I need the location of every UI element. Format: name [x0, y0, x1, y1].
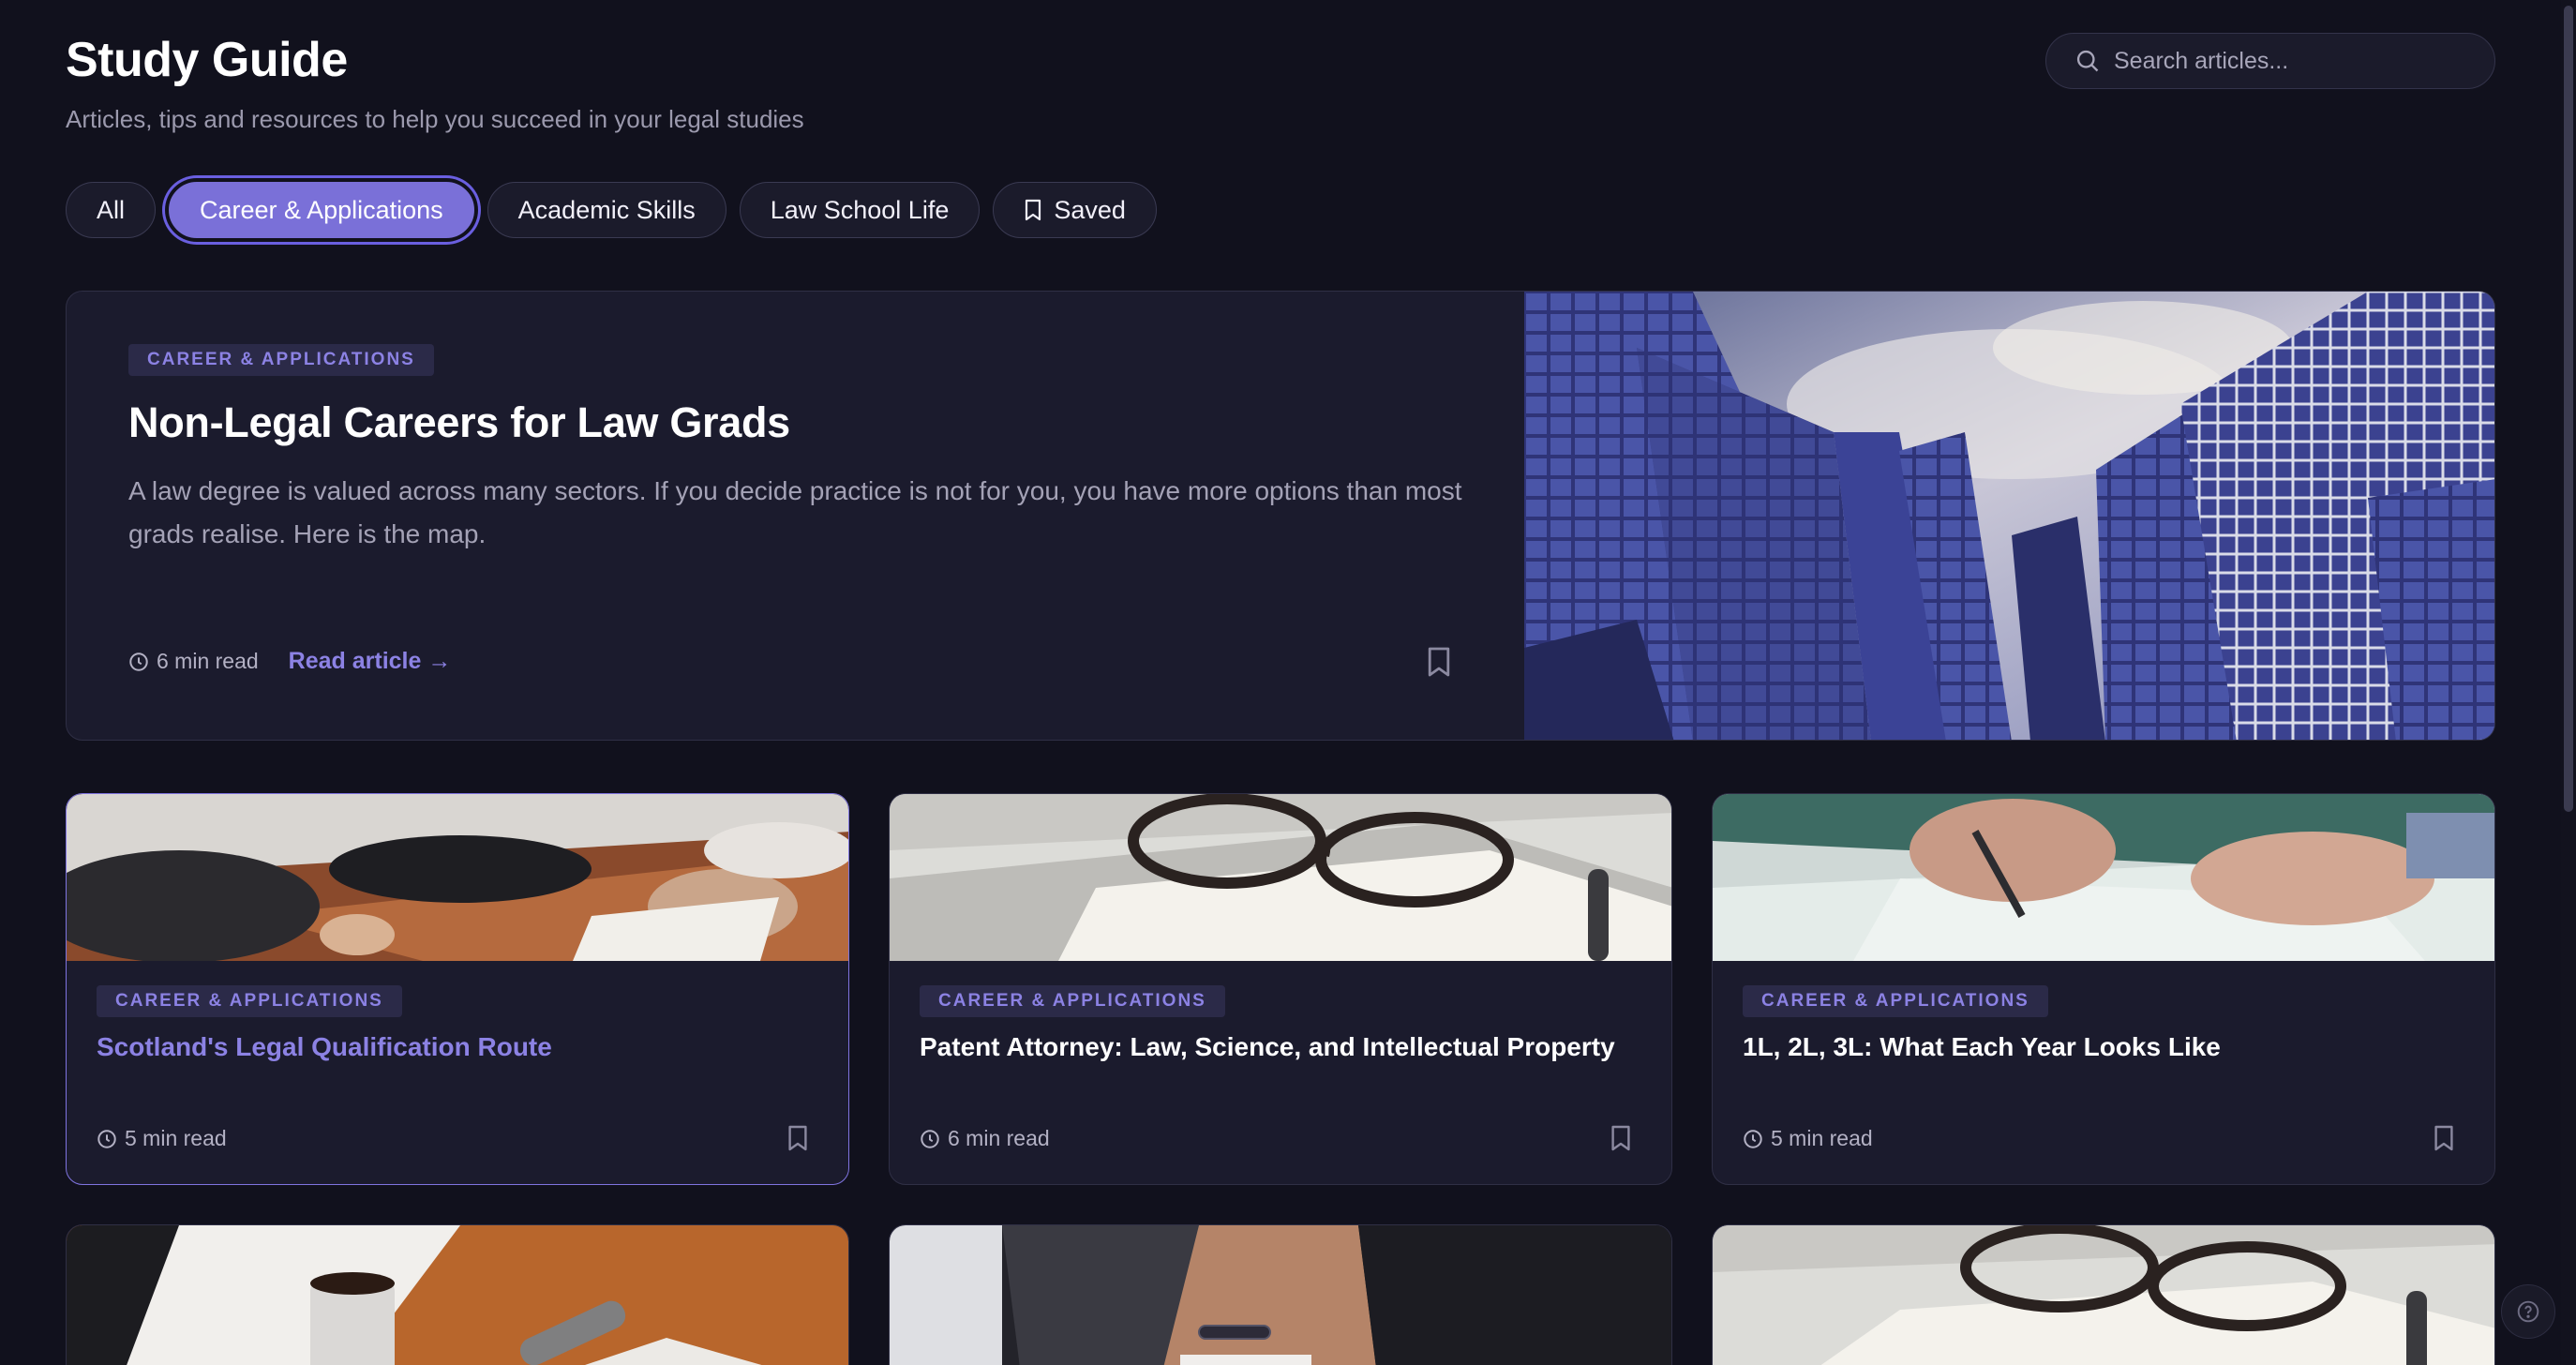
- search-box[interactable]: [2045, 33, 2495, 89]
- bookmark-icon[interactable]: [2433, 1124, 2455, 1152]
- drag-handle[interactable]: [1198, 1325, 1271, 1340]
- article-title[interactable]: Scotland's Legal Qualification Route: [97, 1032, 552, 1062]
- glasses-notebook-photo: [890, 794, 1671, 961]
- suit-wrist-photo: [890, 1225, 1671, 1365]
- tab-law-school-life[interactable]: Law School Life: [739, 182, 981, 238]
- read-time-text: 6 min read: [948, 1126, 1050, 1150]
- category-badge: CAREER & APPLICATIONS: [128, 344, 434, 376]
- tab-career-applications[interactable]: Career & Applications: [169, 182, 474, 238]
- coffee-desk-photo: [67, 1225, 848, 1365]
- article-card[interactable]: CAREER & APPLICATIONS Patent Attorney: L…: [889, 793, 1672, 1185]
- scrollbar[interactable]: [2561, 0, 2576, 1365]
- hand-writing-photo: [1713, 794, 2494, 961]
- tab-label: Saved: [1054, 195, 1126, 224]
- featured-article-text: CAREER & APPLICATIONS Non-Legal Careers …: [128, 344, 1488, 556]
- article-title[interactable]: 1L, 2L, 3L: What Each Year Looks Like: [1743, 1032, 2221, 1062]
- article-card[interactable]: [1712, 1224, 2495, 1365]
- read-time: 6 min read: [920, 1126, 1050, 1151]
- clock-icon: [921, 1129, 939, 1148]
- tab-label: Academic Skills: [517, 195, 696, 224]
- featured-article-description: A law degree is valued across many secto…: [128, 476, 1462, 548]
- category-badge: CAREER & APPLICATIONS: [97, 985, 402, 1017]
- page-title: Study Guide: [66, 33, 348, 87]
- help-button[interactable]: [2501, 1284, 2555, 1339]
- glasses-notebook-photo: [1713, 1225, 2494, 1365]
- scrollbar-thumb[interactable]: [2564, 6, 2573, 812]
- tab-label: Career & Applications: [200, 195, 443, 224]
- meeting-table-photo: [67, 794, 848, 961]
- search-input[interactable]: [2114, 47, 2470, 75]
- glass-skyscrapers-photo: [1524, 292, 2494, 740]
- read-article-link[interactable]: Read article →: [289, 648, 452, 675]
- search-icon: [2076, 50, 2099, 72]
- tab-label: Law School Life: [770, 195, 950, 224]
- read-time-text: 5 min read: [1771, 1126, 1873, 1150]
- tab-academic-skills[interactable]: Academic Skills: [487, 182, 726, 238]
- read-time-text: 5 min read: [125, 1126, 227, 1150]
- article-card[interactable]: CAREER & APPLICATIONS Scotland's Legal Q…: [66, 793, 849, 1185]
- tab-saved[interactable]: Saved: [993, 182, 1157, 238]
- read-time: 5 min read: [97, 1126, 227, 1151]
- bookmark-icon[interactable]: [1610, 1124, 1632, 1152]
- article-title[interactable]: Patent Attorney: Law, Science, and Intel…: [920, 1032, 1615, 1062]
- category-badge: CAREER & APPLICATIONS: [1743, 985, 2048, 1017]
- featured-article-meta: 6 min read Read article →: [128, 648, 451, 675]
- article-card[interactable]: CAREER & APPLICATIONS 1L, 2L, 3L: What E…: [1712, 793, 2495, 1185]
- read-time: 6 min read: [128, 649, 259, 674]
- bookmark-icon: [1026, 199, 1041, 221]
- clock-icon: [1744, 1129, 1762, 1148]
- study-guide-page: Study Guide Articles, tips and resources…: [0, 0, 2576, 1365]
- article-card[interactable]: [889, 1224, 1672, 1365]
- category-tabs: All Career & Applications Academic Skill…: [66, 182, 1157, 238]
- read-time-text: 6 min read: [157, 649, 259, 673]
- bookmark-icon[interactable]: [786, 1124, 809, 1152]
- article-card[interactable]: [66, 1224, 849, 1365]
- page-subtitle: Articles, tips and resources to help you…: [66, 105, 804, 133]
- bookmark-icon[interactable]: [1426, 646, 1452, 678]
- category-badge: CAREER & APPLICATIONS: [920, 985, 1225, 1017]
- clock-icon: [129, 652, 148, 671]
- featured-article-title[interactable]: Non-Legal Careers for Law Grads: [128, 398, 1488, 447]
- read-time: 5 min read: [1743, 1126, 1873, 1151]
- featured-article-card[interactable]: CAREER & APPLICATIONS Non-Legal Careers …: [66, 291, 2495, 741]
- tab-label: All: [97, 195, 126, 224]
- help-icon: [2517, 1300, 2539, 1323]
- clock-icon: [97, 1129, 116, 1148]
- tab-all[interactable]: All: [66, 182, 157, 238]
